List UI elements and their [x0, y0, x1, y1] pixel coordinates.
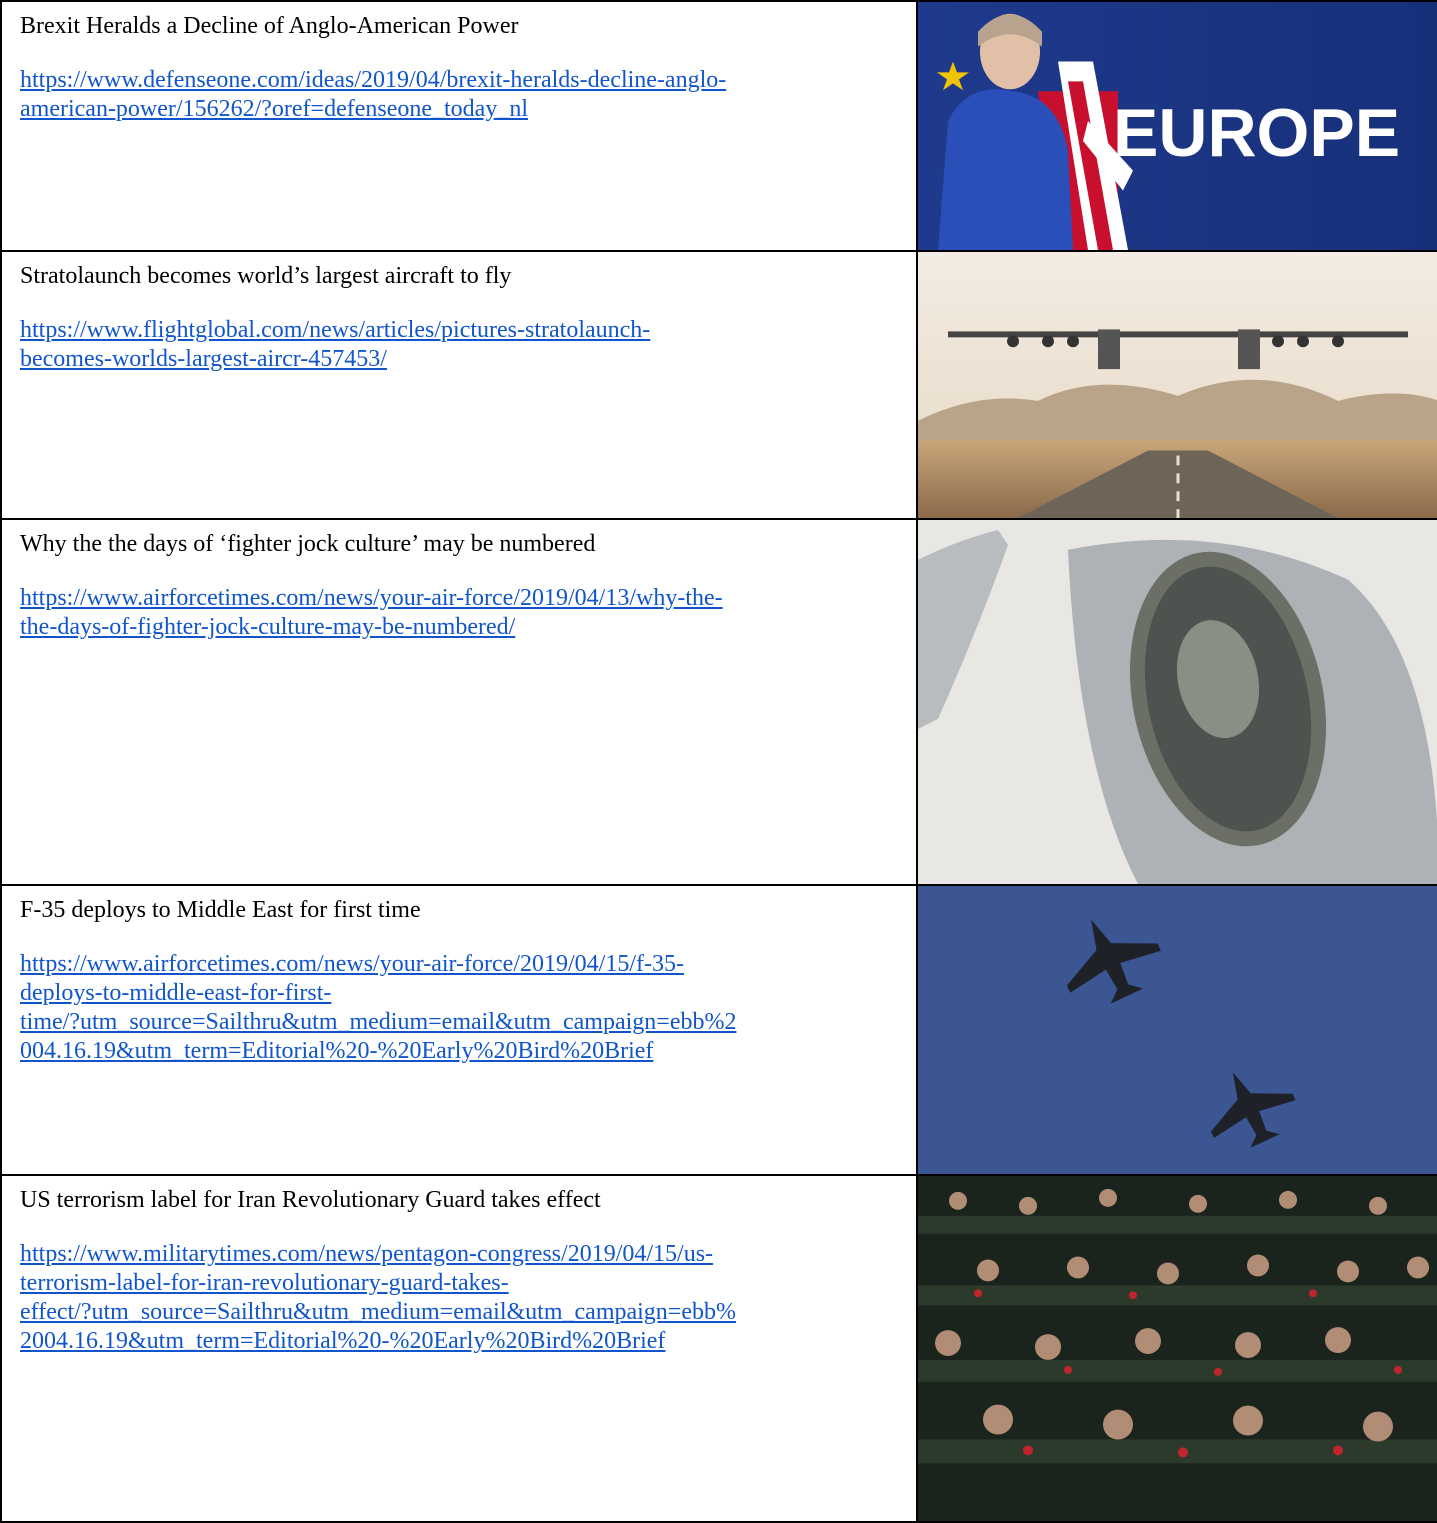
article-image: EUROPE: [916, 0, 1437, 252]
article-text-cell: Stratolaunch becomes world’s largest air…: [0, 250, 918, 520]
article-link[interactable]: https://www.militarytimes.com/news/penta…: [20, 1240, 906, 1356]
link-line: terrorism-label-for-iran-revolutionary-g…: [20, 1270, 509, 1296]
link-line: deploys-to-middle-east-for-first-: [20, 980, 332, 1006]
article-image: [916, 518, 1437, 886]
table-row: Stratolaunch becomes world’s largest air…: [0, 250, 1437, 520]
article-headline: Why the the days of ‘fighter jock cultur…: [20, 531, 596, 557]
article-text-cell: Why the the days of ‘fighter jock cultur…: [0, 518, 918, 886]
article-headline: US terrorism label for Iran Revolutionar…: [20, 1187, 601, 1213]
link-line: 2004.16.19&utm_term=Editorial%20-%20Earl…: [20, 1328, 666, 1354]
table-row: Brexit Heralds a Decline of Anglo-Americ…: [0, 0, 1437, 252]
article-text-cell: Brexit Heralds a Decline of Anglo-Americ…: [0, 0, 918, 252]
link-line: becomes-worlds-largest-aircr-457453/: [20, 346, 387, 372]
link-line: effect/?utm_source=Sailthru&utm_medium=e…: [20, 1299, 736, 1325]
table-row: US terrorism label for Iran Revolutionar…: [0, 1174, 1437, 1523]
article-link[interactable]: https://www.defenseone.com/ideas/2019/04…: [20, 66, 906, 124]
news-table: Brexit Heralds a Decline of Anglo-Americ…: [0, 0, 1437, 1523]
article-headline: F-35 deploys to Middle East for first ti…: [20, 897, 421, 923]
link-line: https://www.airforcetimes.com/news/your-…: [20, 585, 723, 611]
link-line: the-days-of-fighter-jock-culture-may-be-…: [20, 614, 516, 640]
fighter-jet-photo: [919, 521, 1437, 883]
article-link[interactable]: https://www.airforcetimes.com/news/your-…: [20, 584, 906, 642]
table-row: F-35 deploys to Middle East for first ti…: [0, 884, 1437, 1176]
brexit-photo: EUROPE: [919, 3, 1437, 249]
parliament-photo: [919, 1177, 1437, 1520]
article-text-cell: US terrorism label for Iran Revolutionar…: [0, 1174, 918, 1523]
image-caption-text: EUROPE: [1113, 96, 1400, 171]
article-text-cell: F-35 deploys to Middle East for first ti…: [0, 884, 918, 1176]
link-line: american-power/156262/?oref=defenseone_t…: [20, 96, 528, 122]
link-line: https://www.militarytimes.com/news/penta…: [20, 1241, 714, 1267]
link-line: https://www.defenseone.com/ideas/2019/04…: [20, 67, 727, 93]
f35-photo: [919, 887, 1437, 1173]
article-image: [916, 884, 1437, 1176]
stratolaunch-photo: [919, 253, 1437, 517]
link-line: https://www.airforcetimes.com/news/your-…: [20, 951, 684, 977]
link-line: 004.16.19&utm_term=Editorial%20-%20Early…: [20, 1038, 654, 1064]
article-image: [916, 250, 1437, 520]
article-image: [916, 1174, 1437, 1523]
article-link[interactable]: https://www.airforcetimes.com/news/your-…: [20, 950, 906, 1066]
article-headline: Brexit Heralds a Decline of Anglo-Americ…: [20, 13, 519, 39]
article-link[interactable]: https://www.flightglobal.com/news/articl…: [20, 316, 906, 374]
table-row: Why the the days of ‘fighter jock cultur…: [0, 518, 1437, 886]
article-headline: Stratolaunch becomes world’s largest air…: [20, 263, 512, 289]
link-line: https://www.flightglobal.com/news/articl…: [20, 317, 651, 343]
link-line: time/?utm_source=Sailthru&utm_medium=ema…: [20, 1009, 737, 1035]
